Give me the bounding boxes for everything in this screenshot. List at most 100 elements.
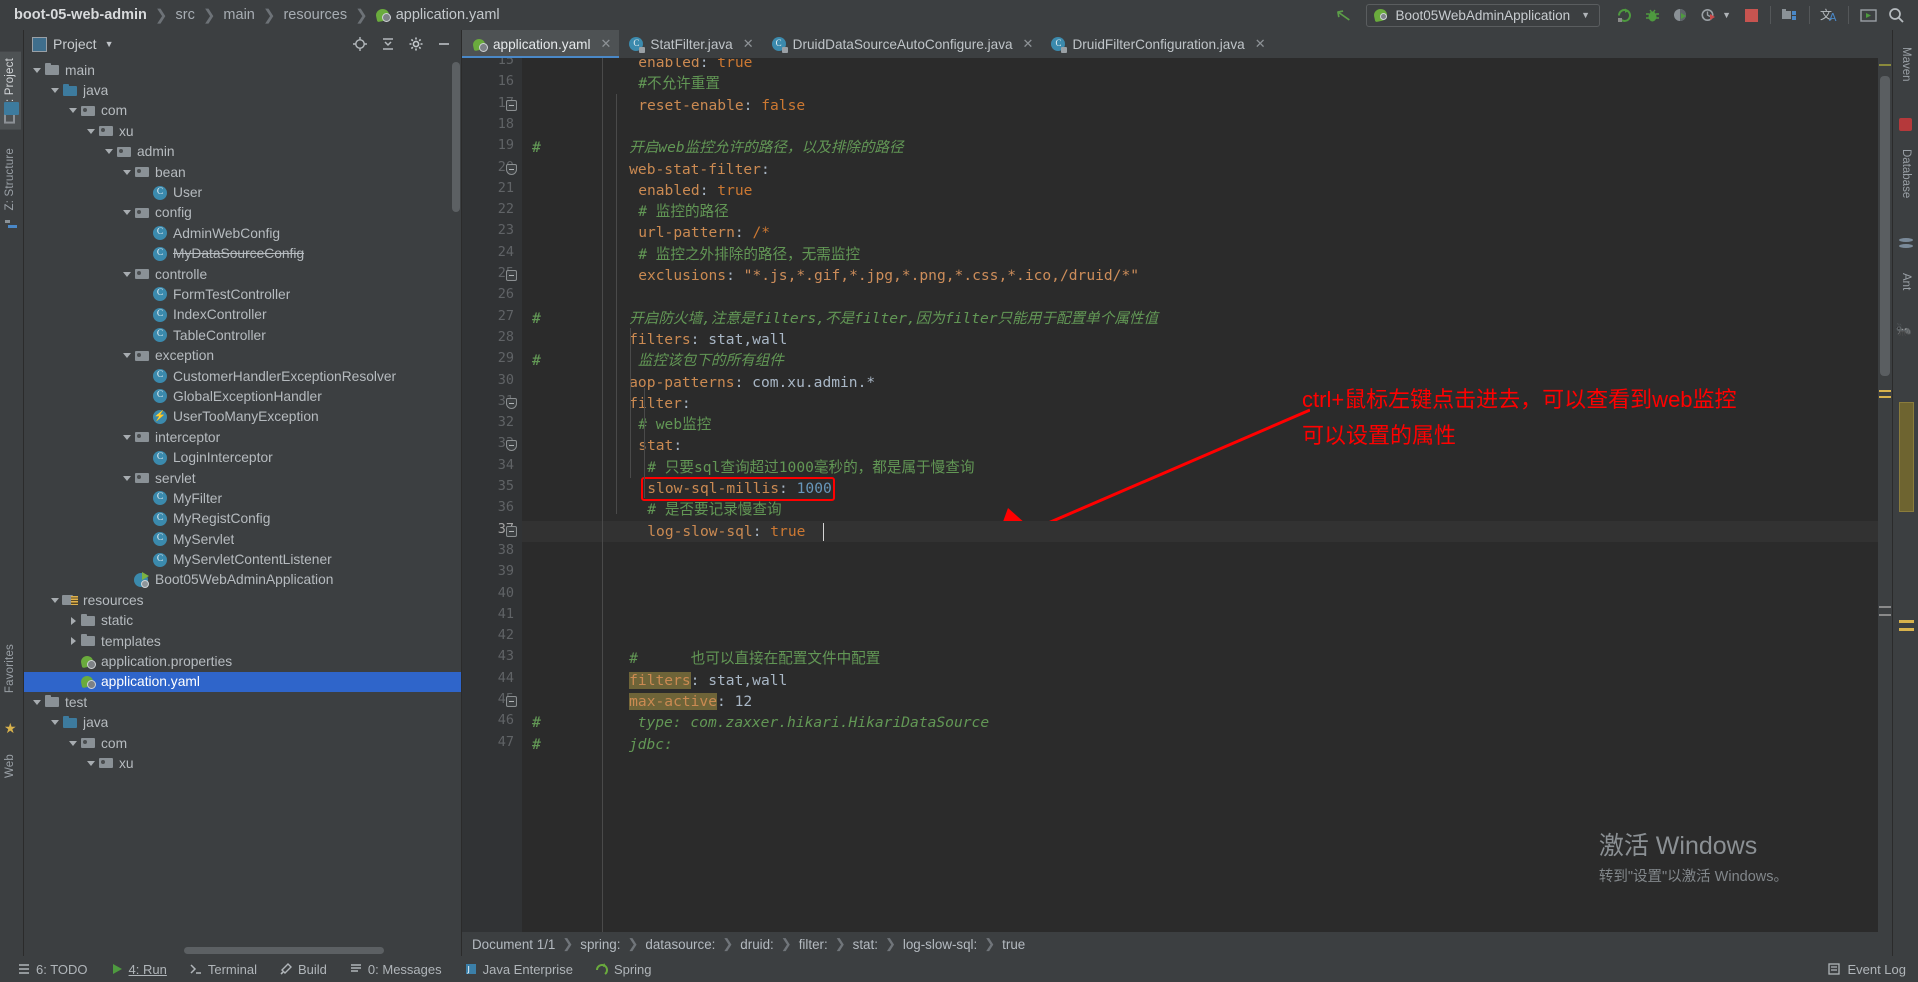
chevron-down-icon[interactable] — [48, 720, 62, 726]
search-everywhere-icon[interactable] — [1882, 1, 1910, 29]
collapse-all-icon[interactable] — [377, 33, 399, 55]
project-horizontal-scrollbar[interactable] — [184, 947, 384, 954]
chevron-down-icon[interactable] — [120, 169, 134, 175]
status-bar-item[interactable]: Build — [268, 962, 338, 977]
rerun-icon[interactable] — [1610, 1, 1638, 29]
status-bar-item[interactable]: 6: TODO — [6, 962, 99, 977]
presentation-icon[interactable] — [1854, 1, 1882, 29]
code-line[interactable]: filters: stat,wall — [522, 670, 1878, 691]
tree-item-selected[interactable]: application.yaml — [24, 671, 461, 693]
tree-item[interactable]: FormTestController — [24, 284, 461, 304]
code-line[interactable]: # type: com.zaxxer.hikari.HikariDataSour… — [522, 712, 1878, 733]
tree-item[interactable]: interceptor — [24, 427, 461, 447]
tree-item[interactable]: User — [24, 182, 461, 202]
code-line[interactable]: reset-enable: false — [522, 95, 1878, 116]
code-line[interactable]: # jdbc: — [522, 734, 1878, 755]
locate-icon[interactable] — [349, 33, 371, 55]
editor-tab[interactable]: DruidDataSourceAutoConfigure.java ✕ — [761, 30, 1042, 58]
close-icon[interactable]: ✕ — [743, 36, 754, 52]
editor-tab[interactable]: StatFilter.java ✕ — [619, 30, 762, 58]
tree-item[interactable]: templates — [24, 631, 461, 651]
tree-item[interactable]: Boot05WebAdminApplication — [24, 570, 461, 590]
chevron-down-icon[interactable] — [102, 149, 116, 155]
sidebar-item-web[interactable]: Web — [0, 748, 21, 784]
tree-item[interactable]: resources — [24, 590, 461, 610]
code-line[interactable]: max-active: 12 — [522, 691, 1878, 712]
tree-item[interactable]: LoginInterceptor — [24, 447, 461, 467]
tree-item[interactable]: MyServlet — [24, 529, 461, 549]
chevron-down-icon[interactable] — [84, 760, 98, 766]
tree-item[interactable]: config — [24, 203, 461, 223]
code-line[interactable] — [522, 606, 1878, 627]
editor-tab[interactable]: DruidFilterConfiguration.java ✕ — [1041, 30, 1274, 58]
chevron-down-icon[interactable] — [120, 475, 134, 481]
tree-item[interactable]: MyFilter — [24, 488, 461, 508]
code-line[interactable]: enabled: true — [522, 58, 1878, 73]
code-line[interactable]: # 监控之外排除的路径，无需监控 — [522, 244, 1878, 265]
fold-toggle-icon[interactable] — [506, 99, 517, 111]
breadcrumb-item-main[interactable]: main — [223, 7, 254, 23]
editor-breadcrumb-item[interactable]: stat: — [853, 937, 878, 952]
tree-item[interactable]: java — [24, 80, 461, 100]
fold-toggle-icon[interactable] — [506, 397, 517, 409]
code-line[interactable]: log-slow-sql: true — [522, 520, 1878, 542]
tree-item[interactable]: TableController — [24, 325, 461, 345]
tree-item[interactable]: MyServletContentListener — [24, 549, 461, 569]
close-icon[interactable]: ✕ — [600, 36, 611, 52]
breadcrumb-file[interactable]: application.yaml — [396, 7, 500, 23]
editor-breadcrumb-item[interactable]: log-slow-sql: — [903, 937, 977, 952]
document-indicator[interactable]: Document 1/1 — [472, 937, 555, 952]
chevron-right-icon[interactable] — [66, 637, 80, 646]
code-line[interactable]: aop-patterns: com.xu.admin.* — [522, 372, 1878, 393]
code-line[interactable]: filter: — [522, 393, 1878, 414]
editor-breadcrumb-item[interactable]: spring: — [580, 937, 620, 952]
sidebar-item-structure[interactable]: Z: Structure — [0, 142, 21, 216]
fold-toggle-icon[interactable] — [506, 525, 517, 537]
editor-gutter[interactable]: 1516171819202122232425262728293031323334… — [462, 58, 522, 932]
tree-item[interactable]: java — [24, 713, 461, 733]
status-bar-item[interactable]: 0: Messages — [338, 962, 453, 977]
status-bar-item[interactable]: J Java Enterprise — [453, 962, 584, 977]
chevron-down-icon[interactable] — [120, 434, 134, 440]
project-tree[interactable]: mainjavacomxuadminbeanUserconfigAdminWeb… — [24, 58, 461, 956]
editor-breadcrumb-item[interactable]: filter: — [799, 937, 828, 952]
tree-item[interactable]: static — [24, 611, 461, 631]
tree-item[interactable]: xu — [24, 753, 461, 773]
fold-toggle-icon[interactable] — [506, 696, 517, 707]
fold-toggle-icon[interactable] — [506, 270, 517, 281]
code-line[interactable]: web-stat-filter: — [522, 159, 1878, 180]
tree-item[interactable]: xu — [24, 121, 461, 141]
chevron-down-icon[interactable] — [120, 353, 134, 359]
tree-item[interactable]: CustomerHandlerExceptionResolver — [24, 366, 461, 386]
tree-item[interactable]: servlet — [24, 468, 461, 488]
scrollbar-thumb[interactable] — [1880, 76, 1890, 376]
sidebar-item-maven[interactable]: Maven — [1894, 40, 1918, 89]
code-line[interactable] — [522, 116, 1878, 137]
tree-item[interactable]: MyDataSourceConfig — [24, 244, 461, 264]
tree-item[interactable]: AdminWebConfig — [24, 223, 461, 243]
editor-tab[interactable]: application.yaml ✕ — [462, 30, 620, 58]
tree-item[interactable]: com — [24, 733, 461, 753]
build-arrow-icon[interactable]: ↖ — [1333, 1, 1354, 29]
editor-scrollbar[interactable] — [1878, 58, 1892, 932]
code-line[interactable]: # 开启防火墙,注意是filters,不是filter,因为filter只能用于配… — [522, 308, 1878, 329]
sidebar-item-project[interactable]: 1: Project — [0, 52, 21, 130]
breadcrumb-project[interactable]: boot-05-web-admin — [14, 7, 147, 23]
sidebar-item-database[interactable]: Database — [1894, 142, 1918, 205]
tree-item[interactable]: exception — [24, 345, 461, 365]
chevron-down-icon[interactable] — [30, 67, 44, 73]
code-line[interactable]: exclusions: "*.js,*.gif,*.jpg,*.png,*.cs… — [522, 265, 1878, 286]
fold-toggle-icon[interactable] — [506, 163, 517, 175]
project-scrollbar[interactable] — [452, 62, 460, 212]
code-line[interactable]: slow-sql-millis: 1000 — [522, 478, 1878, 499]
code-line[interactable]: stat: — [522, 435, 1878, 456]
profiler-icon[interactable] — [1694, 1, 1722, 29]
gear-icon[interactable] — [405, 33, 427, 55]
code-line[interactable]: # web监控 — [522, 414, 1878, 435]
tree-item[interactable]: IndexController — [24, 305, 461, 325]
event-log-label[interactable]: Event Log — [1847, 962, 1906, 977]
editor-breadcrumb-item[interactable]: datasource: — [645, 937, 715, 952]
code-line[interactable] — [522, 585, 1878, 606]
debug-icon[interactable] — [1638, 1, 1666, 29]
code-line[interactable]: url-pattern: /* — [522, 222, 1878, 243]
